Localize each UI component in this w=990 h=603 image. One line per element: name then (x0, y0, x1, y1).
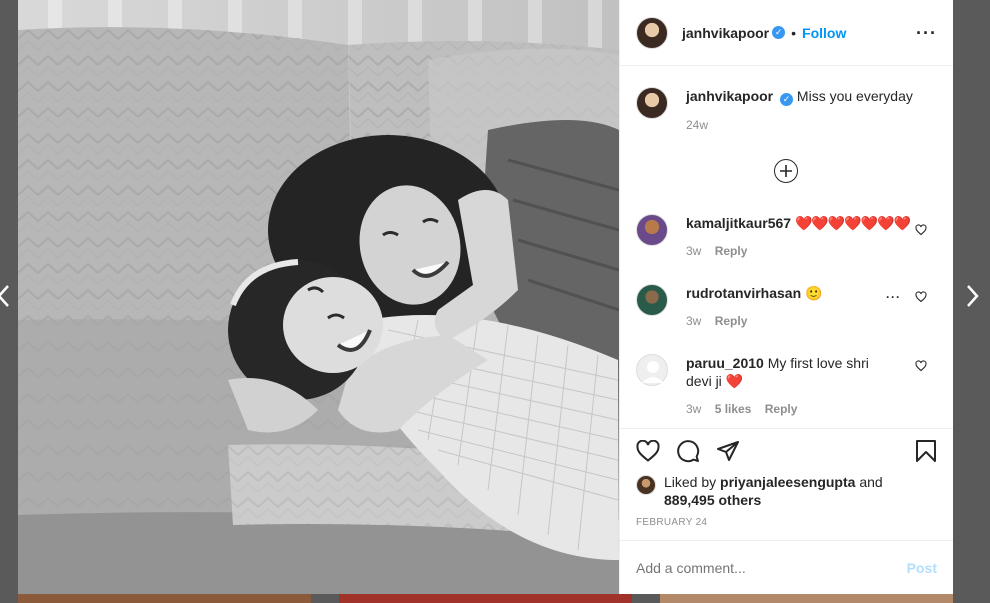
comment-timestamp[interactable]: 3w (686, 244, 701, 258)
liker-username[interactable]: priyanjaleesengupta (720, 474, 855, 490)
author-username[interactable]: janhvikapoor (682, 25, 769, 41)
comments-section[interactable]: janhvikapoor ✓ Miss you everyday 24w kam… (620, 66, 953, 428)
comment-input[interactable] (636, 560, 907, 576)
previous-post-button[interactable] (0, 278, 18, 314)
verified-badge-icon: ✓ (772, 26, 786, 39)
related-posts-strip (18, 594, 953, 603)
related-post-thumbnail[interactable] (339, 594, 632, 603)
comment-item: rudrotanvirhasan 🙂 3w Reply ··· (636, 284, 937, 330)
action-bar (620, 429, 953, 473)
next-post-button[interactable] (958, 278, 988, 314)
reply-button[interactable]: Reply (715, 244, 748, 258)
share-button[interactable] (716, 439, 740, 463)
commenter-avatar[interactable] (636, 354, 668, 386)
comment-options-icon[interactable]: ··· (886, 290, 901, 304)
comment-text: 🙂 (805, 285, 823, 301)
heart-icon (636, 440, 660, 462)
follow-button[interactable]: Follow (802, 25, 846, 41)
bookmark-icon (916, 440, 936, 462)
caption-author-username[interactable]: janhvikapoor (686, 88, 773, 104)
likes-others-link[interactable]: 889,495 others (664, 492, 761, 508)
comment-icon (677, 440, 700, 463)
likes-conjunction: and (859, 474, 883, 490)
reply-button[interactable]: Reply (715, 314, 748, 328)
comment-item: paruu_2010 My first love shri devi ji ❤️… (636, 354, 937, 418)
verified-badge-icon: ✓ (780, 92, 794, 106)
caption-author-avatar[interactable] (636, 87, 668, 119)
comment-text: ❤️❤️❤️❤️❤️❤️❤️ (794, 215, 911, 231)
comment-button[interactable] (676, 439, 700, 463)
add-comment-bar: Post (620, 540, 953, 595)
comment-timestamp[interactable]: 3w (686, 314, 701, 328)
add-circle-icon[interactable] (774, 159, 798, 183)
reply-button[interactable]: Reply (765, 402, 798, 416)
chevron-left-icon (0, 285, 9, 307)
heart-icon[interactable] (915, 224, 927, 236)
share-icon (717, 441, 739, 461)
more-options-icon[interactable]: ··· (916, 24, 937, 42)
caption-text: Miss you everyday (796, 88, 913, 104)
related-post-thumbnail[interactable] (18, 594, 311, 603)
post-header: janhvikapoor ✓ • Follow ··· (620, 0, 953, 66)
commenter-username[interactable]: paruu_2010 (686, 355, 764, 371)
comment-item: kamaljitkaur567 ❤️❤️❤️❤️❤️❤️❤️ 3w Reply (636, 214, 937, 260)
post-photo[interactable] (18, 0, 619, 594)
post-comment-button[interactable]: Post (907, 560, 937, 576)
post-footer: Liked by priyanjaleesengupta and 889,495… (620, 428, 953, 576)
likes-summary: Liked by priyanjaleesengupta and 889,495… (620, 473, 953, 509)
related-post-thumbnail[interactable] (660, 594, 953, 603)
liker-avatar[interactable] (636, 475, 656, 495)
comment-timestamp[interactable]: 3w (686, 402, 701, 416)
chevron-right-icon (967, 285, 979, 307)
caption-timestamp[interactable]: 24w (686, 118, 708, 132)
photo-illustration (18, 0, 619, 594)
commenter-avatar[interactable] (636, 214, 668, 246)
post-date[interactable]: FEBRUARY 24 (620, 517, 953, 528)
commenter-username[interactable]: kamaljitkaur567 (686, 215, 791, 231)
comment-likes[interactable]: 5 likes (715, 402, 752, 416)
post-caption: janhvikapoor ✓ Miss you everyday 24w (636, 87, 937, 134)
like-button[interactable] (636, 440, 660, 462)
commenter-username[interactable]: rudrotanvirhasan (686, 285, 801, 301)
post-sidebar: janhvikapoor ✓ • Follow ··· janhvikapoor… (619, 0, 953, 594)
likes-prefix: Liked by (664, 474, 717, 490)
author-info: janhvikapoor ✓ • Follow (682, 25, 846, 41)
author-avatar[interactable] (636, 16, 668, 49)
save-button[interactable] (915, 439, 937, 463)
separator-dot: • (791, 24, 797, 41)
commenter-avatar[interactable] (636, 284, 668, 316)
heart-icon[interactable] (915, 291, 927, 303)
heart-icon[interactable] (915, 360, 927, 372)
default-avatar-icon (642, 361, 664, 383)
